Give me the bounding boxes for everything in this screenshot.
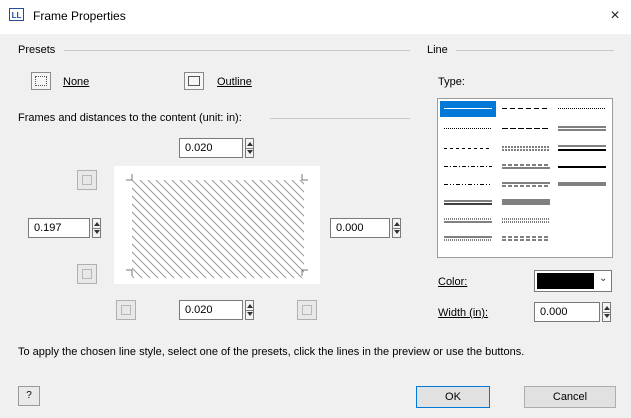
- color-swatch: [537, 273, 594, 289]
- width-label: Width (in):: [438, 307, 489, 319]
- frame-preview[interactable]: [114, 166, 320, 284]
- frames-label: Frames and distances to the content (uni…: [18, 112, 242, 124]
- bottom-distance-spinner[interactable]: [245, 300, 254, 320]
- frames-divider: [270, 118, 410, 119]
- bottom-distance-input[interactable]: 0.020: [179, 300, 243, 320]
- app-icon: LL: [9, 8, 24, 21]
- chevron-down-icon: ⌄: [599, 273, 608, 284]
- bottom-line-button[interactable]: [77, 264, 97, 284]
- color-label: Color:: [438, 276, 468, 288]
- line-label: Line: [427, 44, 448, 56]
- hatch-preview: [126, 174, 308, 278]
- right-line-button[interactable]: [297, 300, 317, 320]
- top-distance-spinner[interactable]: [245, 138, 254, 158]
- preset-none-label[interactable]: None: [63, 76, 89, 88]
- ok-button[interactable]: OK: [416, 386, 490, 408]
- left-line-button[interactable]: [116, 300, 136, 320]
- presets-divider: [64, 50, 410, 51]
- line-type-list[interactable]: [437, 98, 613, 258]
- help-button[interactable]: ?: [18, 386, 40, 406]
- width-input[interactable]: 0.000: [534, 302, 600, 322]
- color-dropdown[interactable]: ⌄: [534, 270, 612, 292]
- right-distance-input[interactable]: 0.000: [330, 218, 390, 238]
- width-spinner[interactable]: [602, 302, 611, 322]
- preset-outline-button[interactable]: [184, 72, 204, 90]
- line-type-options[interactable]: [438, 99, 612, 257]
- window-title: Frame Properties: [33, 9, 126, 23]
- preset-none-button[interactable]: [31, 72, 51, 90]
- cancel-button[interactable]: Cancel: [524, 386, 616, 408]
- hint-text: To apply the chosen line style, select o…: [18, 346, 525, 358]
- top-line-button[interactable]: [77, 170, 97, 190]
- close-icon[interactable]: ×: [604, 5, 626, 27]
- line-divider: [456, 50, 614, 51]
- right-distance-spinner[interactable]: [392, 218, 401, 238]
- top-distance-input[interactable]: 0.020: [179, 138, 243, 158]
- preset-outline-label[interactable]: Outline: [217, 76, 252, 88]
- type-label: Type:: [438, 76, 465, 88]
- left-distance-spinner[interactable]: [92, 218, 101, 238]
- left-distance-input[interactable]: 0.197: [28, 218, 90, 238]
- presets-label: Presets: [18, 44, 56, 56]
